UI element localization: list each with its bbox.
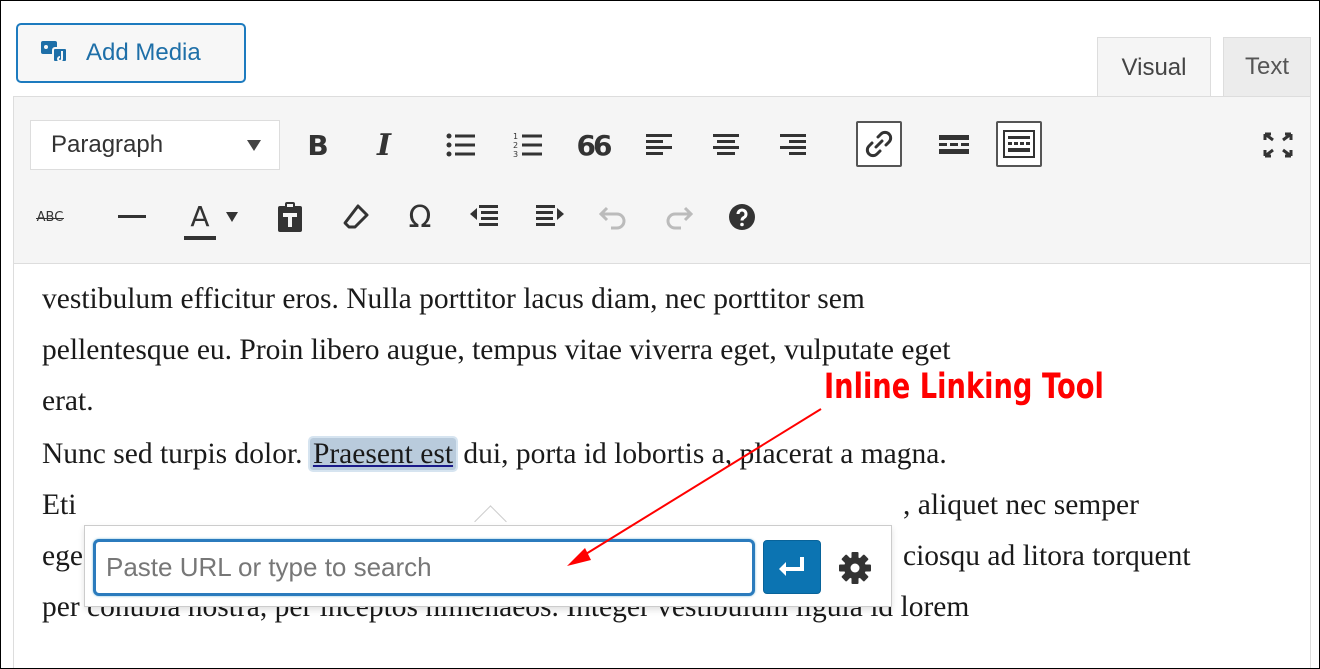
toolbar-toggle-button[interactable]	[996, 121, 1042, 167]
align-center-icon	[713, 134, 739, 155]
italic-icon: I	[376, 127, 392, 163]
read-more-button[interactable]	[932, 123, 976, 167]
text-run: , aliquet nec semper	[903, 489, 1139, 521]
text-run: ege	[42, 540, 83, 572]
media-icon	[41, 41, 68, 63]
redo-button[interactable]	[656, 195, 700, 239]
editor-toolbar: Paragraph B I 1 2 3 66 A Ω	[13, 96, 1311, 264]
text-run: ciosqu ad litora torquent	[903, 540, 1191, 572]
insert-link-button[interactable]	[856, 121, 902, 167]
bold-button[interactable]: B	[296, 123, 340, 167]
bulleted-list-button[interactable]	[439, 123, 483, 167]
gear-icon	[839, 552, 871, 584]
format-select[interactable]: Paragraph	[30, 120, 280, 170]
paragraph-line: Nunc sed turpis dolor. Praesent est dui,…	[42, 429, 969, 480]
svg-text:2: 2	[513, 141, 518, 150]
decrease-indent-icon	[470, 205, 498, 226]
increase-indent-button[interactable]	[528, 195, 572, 239]
undo-button[interactable]	[592, 195, 636, 239]
align-left-button[interactable]	[638, 123, 682, 167]
enter-arrow-icon	[779, 557, 804, 576]
paste-as-text-button[interactable]	[268, 195, 312, 239]
align-right-icon	[780, 134, 806, 155]
apply-link-button[interactable]	[763, 540, 821, 594]
text-color-glyph: A	[190, 200, 210, 233]
horizontal-line-button[interactable]	[110, 195, 154, 239]
paragraph-line: vestibulum efficitur eros. Nulla porttit…	[42, 283, 865, 315]
text-run: Eti	[42, 489, 77, 521]
format-select-value: Paragraph	[51, 131, 164, 158]
text-color-icon: A	[184, 200, 216, 240]
toolbar-toggle-icon	[1003, 130, 1035, 158]
redo-icon	[666, 206, 693, 230]
decrease-indent-button[interactable]	[462, 195, 506, 239]
horizontal-line-icon	[118, 215, 146, 218]
text-run: Nunc sed turpis dolor.	[42, 438, 310, 470]
clear-formatting-button[interactable]	[334, 195, 378, 239]
url-input[interactable]	[93, 539, 755, 596]
strikethrough-button[interactable]: ABC	[28, 195, 72, 239]
bold-icon: B	[307, 128, 329, 162]
clear-formatting-icon	[343, 204, 369, 229]
blockquote-button[interactable]: 66	[571, 123, 615, 167]
special-character-button[interactable]: Ω	[398, 195, 442, 239]
inline-link-popup	[84, 525, 892, 607]
paragraph-line: Eti , aliquet nec semper	[42, 480, 1139, 531]
tab-text[interactable]: Text	[1223, 37, 1311, 97]
align-right-button[interactable]	[770, 123, 814, 167]
paragraph-1: vestibulum efficitur eros. Nulla porttit…	[42, 274, 950, 427]
italic-button[interactable]: I	[362, 123, 406, 167]
text-color-dropdown[interactable]	[220, 195, 244, 239]
paragraph-line: erat.	[42, 385, 94, 417]
read-more-icon	[939, 135, 969, 154]
align-center-button[interactable]	[704, 123, 748, 167]
svg-text:1: 1	[513, 132, 518, 141]
annotation-label: Inline Linking Tool	[824, 367, 1104, 407]
increase-indent-icon	[536, 205, 564, 226]
text-color-button[interactable]: A	[178, 195, 222, 240]
insert-link-icon	[865, 130, 893, 158]
fullscreen-button[interactable]	[1256, 123, 1300, 167]
numbered-list-button[interactable]: 1 2 3	[506, 123, 550, 167]
paragraph-line: pellentesque eu. Proin libero augue, tem…	[42, 334, 951, 366]
undo-icon	[599, 206, 626, 230]
add-media-label: Add Media	[86, 39, 201, 66]
paste-as-text-icon	[278, 202, 302, 232]
link-settings-button[interactable]	[833, 546, 877, 590]
special-character-icon: Ω	[408, 199, 432, 235]
text-run: dui, porta id lobortis a, placerat a mag…	[456, 438, 947, 470]
numbered-list-icon: 1 2 3	[513, 132, 542, 159]
selected-text[interactable]: Praesent est	[309, 438, 457, 470]
blockquote-icon: 66	[576, 128, 613, 162]
bulleted-list-icon	[446, 133, 475, 157]
add-media-button[interactable]: Add Media	[16, 23, 246, 83]
tab-visual[interactable]: Visual	[1097, 37, 1211, 97]
dropdown-arrow-icon	[247, 140, 261, 151]
editor-frame: Add Media Visual Text Paragraph B I 1 2	[0, 0, 1320, 669]
dropdown-arrow-icon	[226, 212, 238, 222]
svg-text:3: 3	[513, 150, 518, 159]
help-button[interactable]	[720, 195, 764, 239]
help-icon	[729, 204, 755, 230]
strikethrough-icon: ABC	[35, 210, 65, 225]
align-left-icon	[646, 134, 672, 155]
fullscreen-icon	[1263, 132, 1293, 158]
editor-content[interactable]: vestibulum efficitur eros. Nulla porttit…	[13, 264, 1311, 668]
